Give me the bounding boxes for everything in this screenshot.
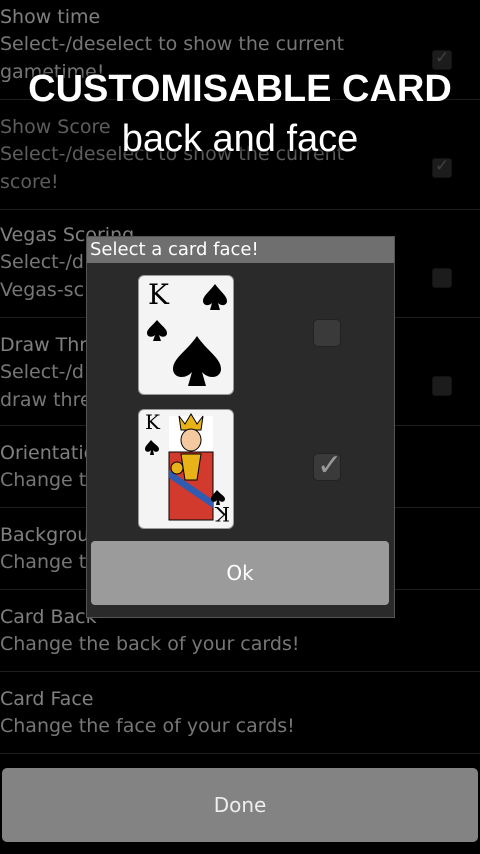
card-face-checkbox-1[interactable] bbox=[313, 319, 341, 347]
card-face-option-simple[interactable]: K bbox=[138, 275, 234, 395]
promo-headline: CUSTOMISABLE CARD bbox=[28, 68, 452, 110]
card-rank-bottom: K bbox=[215, 502, 230, 526]
dialog-title: Select a card face! bbox=[87, 237, 394, 263]
spade-icon bbox=[147, 284, 227, 386]
card-face-dialog: Select a card face! K K K Ok bbox=[86, 236, 395, 618]
done-button[interactable]: Done bbox=[2, 768, 478, 842]
card-face-option-illustrated[interactable]: K K bbox=[138, 409, 234, 529]
card-face-checkbox-2[interactable] bbox=[313, 448, 342, 483]
ok-button[interactable]: Ok bbox=[91, 541, 389, 605]
promo-subheadline: back and face bbox=[121, 118, 359, 160]
